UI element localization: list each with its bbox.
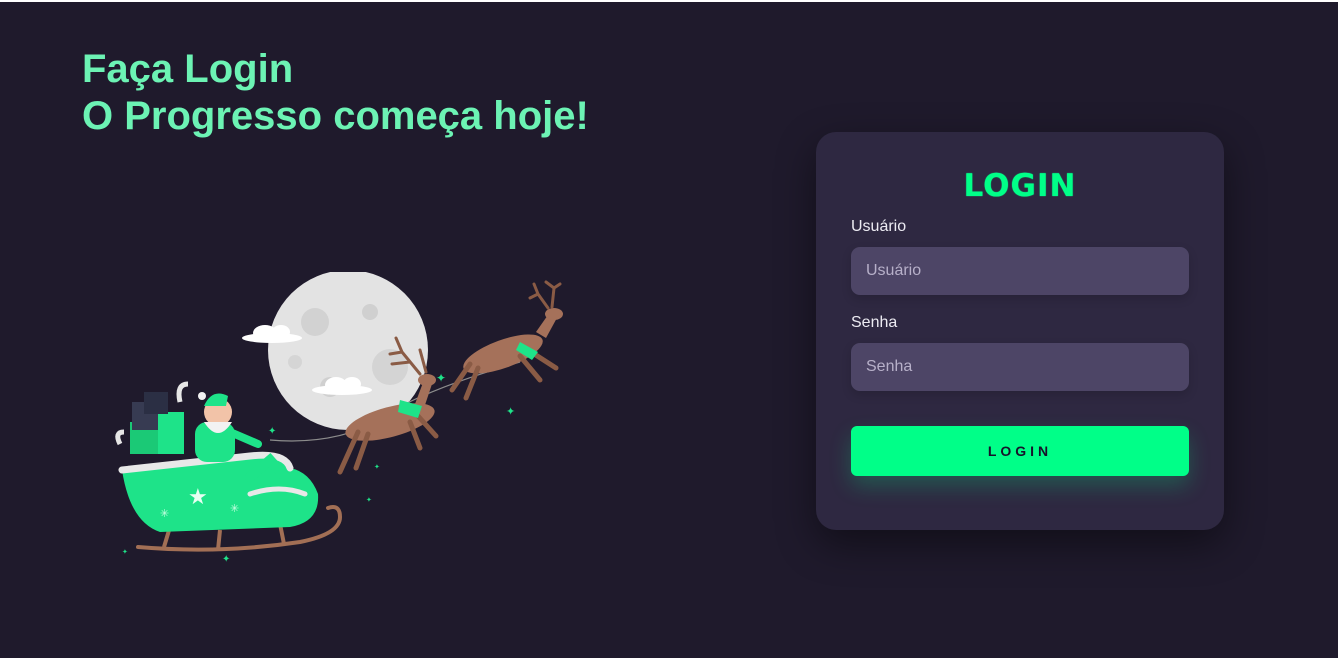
page-headline: Faça Login O Progresso começa hoje! [82,46,589,140]
svg-text:✳: ✳ [230,502,239,515]
password-label: Senha [851,314,898,331]
svg-text:✦: ✦ [268,426,276,437]
santa-sleigh-illustration: ★ ✳ ✳ ✦ ✦ ✦ ✦ ✦ ✦ ✦ [115,272,563,565]
login-page: Faça Login O Progresso começa hoje! ★ ✳ … [0,2,1338,658]
headline-line-2: O Progresso começa hoje! [82,94,589,138]
login-button[interactable]: LOGIN [851,426,1189,476]
headline-line-1: Faça Login [82,47,294,91]
username-label: Usuário [851,218,907,235]
svg-text:✦: ✦ [436,371,446,385]
svg-text:✦: ✦ [374,463,380,471]
login-card: LOGIN Usuário Senha LOGIN [816,132,1224,530]
sleigh-icon: ★ ✳ ✳ [118,451,319,532]
login-card-title: LOGIN [963,168,1077,204]
svg-text:✳: ✳ [160,507,169,520]
reindeer-icon [449,280,563,401]
gift-icon [115,381,189,454]
svg-text:✦: ✦ [222,554,230,565]
username-input[interactable] [851,247,1189,295]
svg-text:✦: ✦ [506,405,515,418]
svg-text:★: ★ [188,485,208,510]
password-input[interactable] [851,343,1189,391]
svg-text:✦: ✦ [366,496,372,504]
svg-text:✦: ✦ [122,548,128,556]
